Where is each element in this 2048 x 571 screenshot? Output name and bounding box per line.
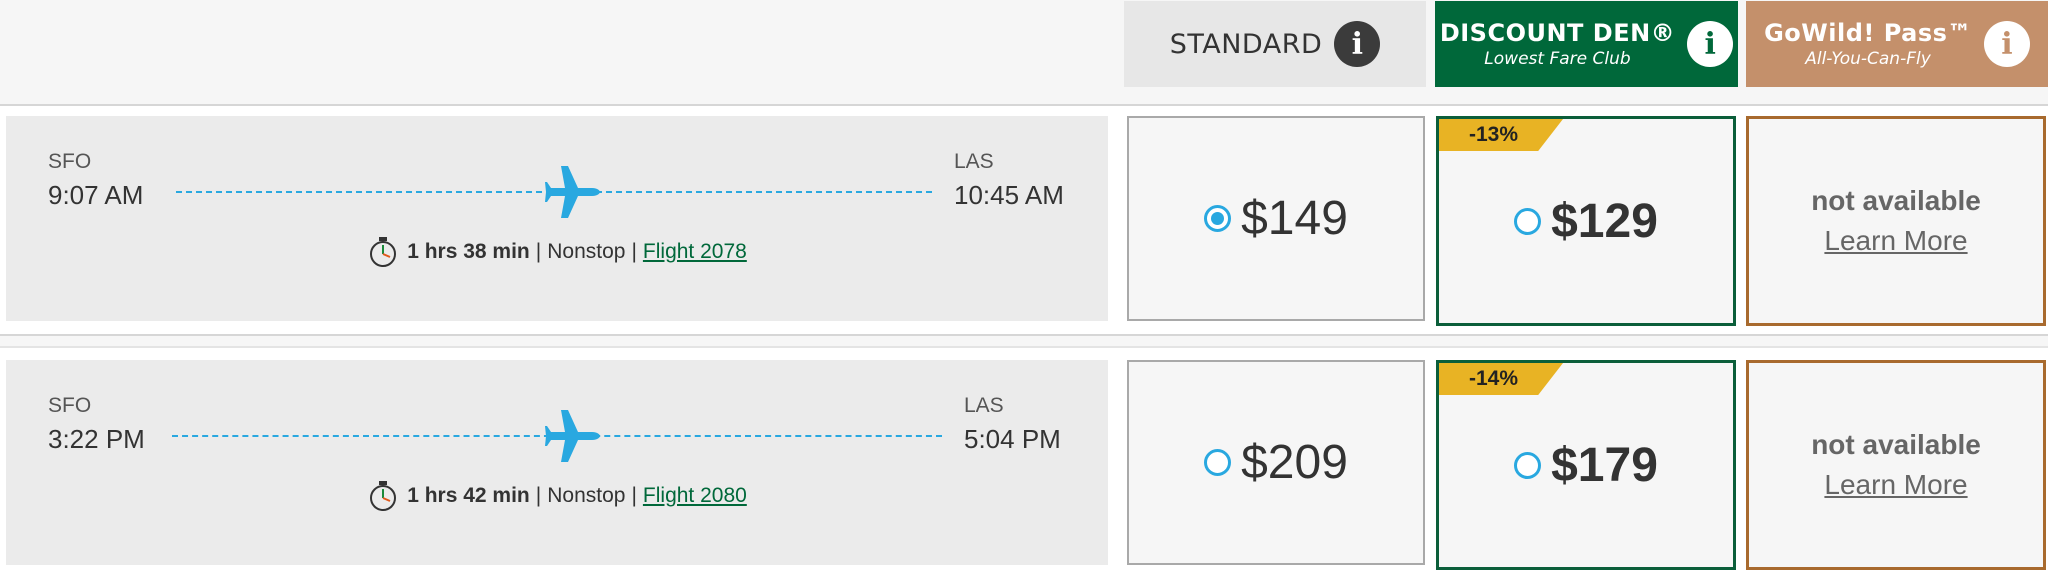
stopwatch-icon	[370, 481, 397, 511]
info-icon[interactable]: i	[1334, 21, 1381, 67]
standard-fare-option[interactable]: $209	[1127, 360, 1425, 565]
info-icon[interactable]: i	[1687, 21, 1734, 67]
gowild-status: not available	[1811, 429, 1981, 460]
arrive-time: 10:45 AM	[954, 180, 1064, 210]
flight-duration: 1 hrs 42 min	[407, 484, 530, 507]
discount-badge: -14%	[1439, 363, 1563, 395]
discount-badge: -13%	[1439, 119, 1563, 151]
arrive-time: 5:04 PM	[964, 424, 1061, 454]
flight-meta: 1 hrs 38 min | Nonstop | Flight 2078	[6, 236, 1108, 268]
depart-time: 3:22 PM	[48, 424, 145, 454]
gowild-title: GoWild! Pass™	[1764, 19, 1972, 47]
standard-column-header: STANDARD i	[1124, 1, 1426, 87]
discount-den-subtitle: Lowest Fare Club	[1484, 49, 1631, 69]
fare-radio[interactable]	[1514, 451, 1542, 479]
standard-price: $149	[1241, 192, 1348, 245]
gowild-subtitle: All-You-Can-Fly	[1805, 49, 1931, 69]
standard-price: $209	[1241, 436, 1348, 489]
info-icon[interactable]: i	[1983, 21, 2030, 67]
separator: |	[631, 484, 637, 507]
fare-radio[interactable]	[1514, 207, 1542, 235]
discount-den-column-header: DISCOUNT DEN® Lowest Fare Club i	[1435, 1, 1738, 87]
fare-header-band	[0, 0, 2048, 104]
gowild-column-header: GoWild! Pass™ All-You-Can-Fly i	[1746, 1, 2048, 87]
origin-airport: SFO	[48, 394, 92, 417]
header-divider	[0, 104, 2048, 106]
destination-airport: LAS	[964, 394, 1004, 417]
separator: |	[631, 240, 637, 263]
airplane-icon	[545, 410, 600, 462]
radio-selected-dot	[1211, 212, 1225, 225]
learn-more-link[interactable]: Learn More	[1824, 225, 1967, 257]
discount-den-price: $179	[1551, 438, 1658, 492]
origin-airport: SFO	[48, 150, 92, 173]
flight-duration: 1 hrs 38 min	[407, 240, 530, 263]
gowild-fare-option: not available Learn More	[1746, 360, 2046, 570]
flight-meta: 1 hrs 42 min | Nonstop | Flight 2080	[6, 480, 1108, 512]
gowild-status: not available	[1811, 185, 1981, 216]
separator: |	[535, 484, 542, 507]
discount-den-fare-option[interactable]: -13% $129	[1436, 116, 1736, 326]
standard-fare-option[interactable]: $149	[1127, 116, 1425, 321]
stopwatch-icon	[370, 237, 397, 267]
learn-more-link[interactable]: Learn More	[1824, 469, 1967, 501]
separator: |	[535, 240, 542, 263]
airplane-icon	[545, 166, 600, 218]
gowild-fare-option: not available Learn More	[1746, 116, 2046, 326]
discount-den-price: $129	[1551, 194, 1658, 248]
stops-label: Nonstop	[547, 240, 626, 263]
standard-title: STANDARD	[1169, 28, 1323, 60]
flight-card: SFO 9:07 AM LAS 10:45 AM 1 hrs 38 min | …	[6, 116, 1108, 321]
fare-radio[interactable]	[1204, 449, 1232, 476]
flight-card: SFO 3:22 PM LAS 5:04 PM 1 hrs 42 min | N…	[6, 360, 1108, 565]
discount-den-title: DISCOUNT DEN®	[1439, 19, 1676, 47]
flight-number-link[interactable]: Flight 2080	[643, 484, 747, 508]
flight-number-link[interactable]: Flight 2078	[643, 240, 747, 264]
depart-time: 9:07 AM	[48, 180, 144, 210]
destination-airport: LAS	[954, 150, 994, 173]
stops-label: Nonstop	[547, 484, 626, 507]
fare-radio[interactable]	[1204, 205, 1232, 232]
row-separator	[0, 334, 2048, 348]
discount-den-fare-option[interactable]: -14% $179	[1436, 360, 1736, 570]
